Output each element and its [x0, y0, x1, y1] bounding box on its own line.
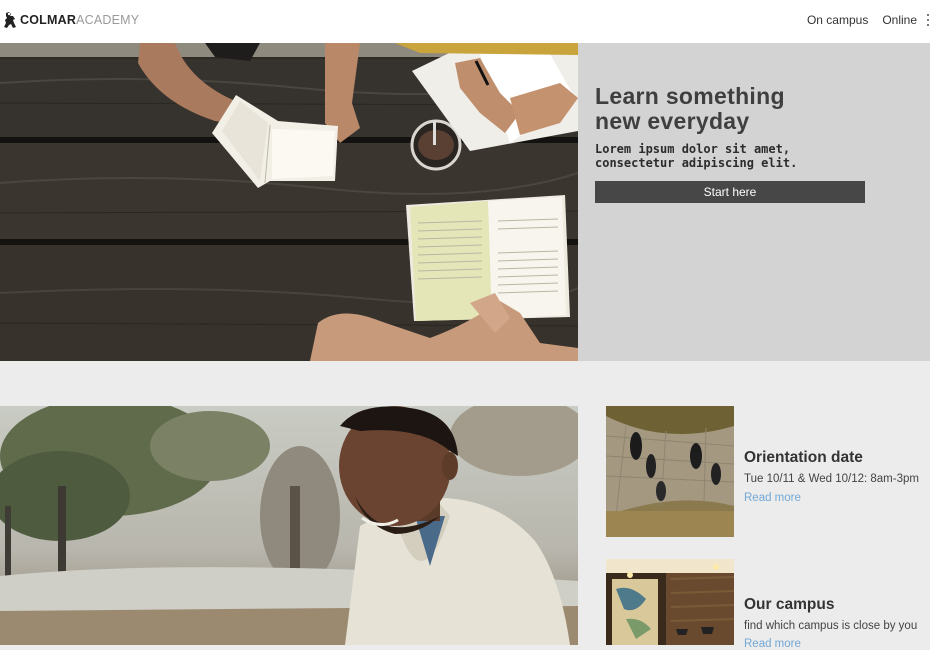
- start-here-button[interactable]: Start here: [595, 181, 865, 203]
- main-nav: On campus Online: [793, 13, 930, 27]
- nav-item-on-campus[interactable]: On campus: [807, 13, 868, 27]
- logo-text-primary: COLMAR: [20, 12, 77, 27]
- orientation-read-more-link[interactable]: Read more: [744, 492, 801, 504]
- orientation-date-text: Tue 10/11 & Wed 10/12: 8am-3pm: [744, 473, 919, 485]
- hero-title: Learn something new everyday: [595, 83, 785, 134]
- hero-image: [0, 43, 578, 361]
- nav-item-online[interactable]: Online: [882, 13, 917, 27]
- hero-panel: Learn something new everyday Lorem ipsum…: [578, 43, 930, 361]
- logo-text-secondary: ACADEMY: [76, 12, 140, 27]
- campus-read-more-link[interactable]: Read more: [744, 638, 801, 650]
- campus-image: [606, 559, 734, 645]
- orientation-photo-illustration: [606, 406, 734, 537]
- site-header: COLMARACADEMY On campus Online: [0, 0, 930, 43]
- logo-emblem-icon: [4, 12, 16, 28]
- hero-photo-illustration: [0, 43, 578, 361]
- logo[interactable]: COLMARACADEMY: [3, 10, 139, 30]
- campus-photo-illustration: [606, 559, 734, 645]
- campus-text: find which campus is close by you: [744, 620, 918, 632]
- orientation-image: [606, 406, 734, 537]
- campus-title: Our campus: [744, 596, 835, 613]
- orientation-title: Orientation date: [744, 449, 863, 466]
- student-photo-illustration: [0, 406, 578, 645]
- student-image: [0, 406, 578, 645]
- hero-subtitle: Lorem ipsum dolor sit amet, consectetur …: [595, 142, 798, 170]
